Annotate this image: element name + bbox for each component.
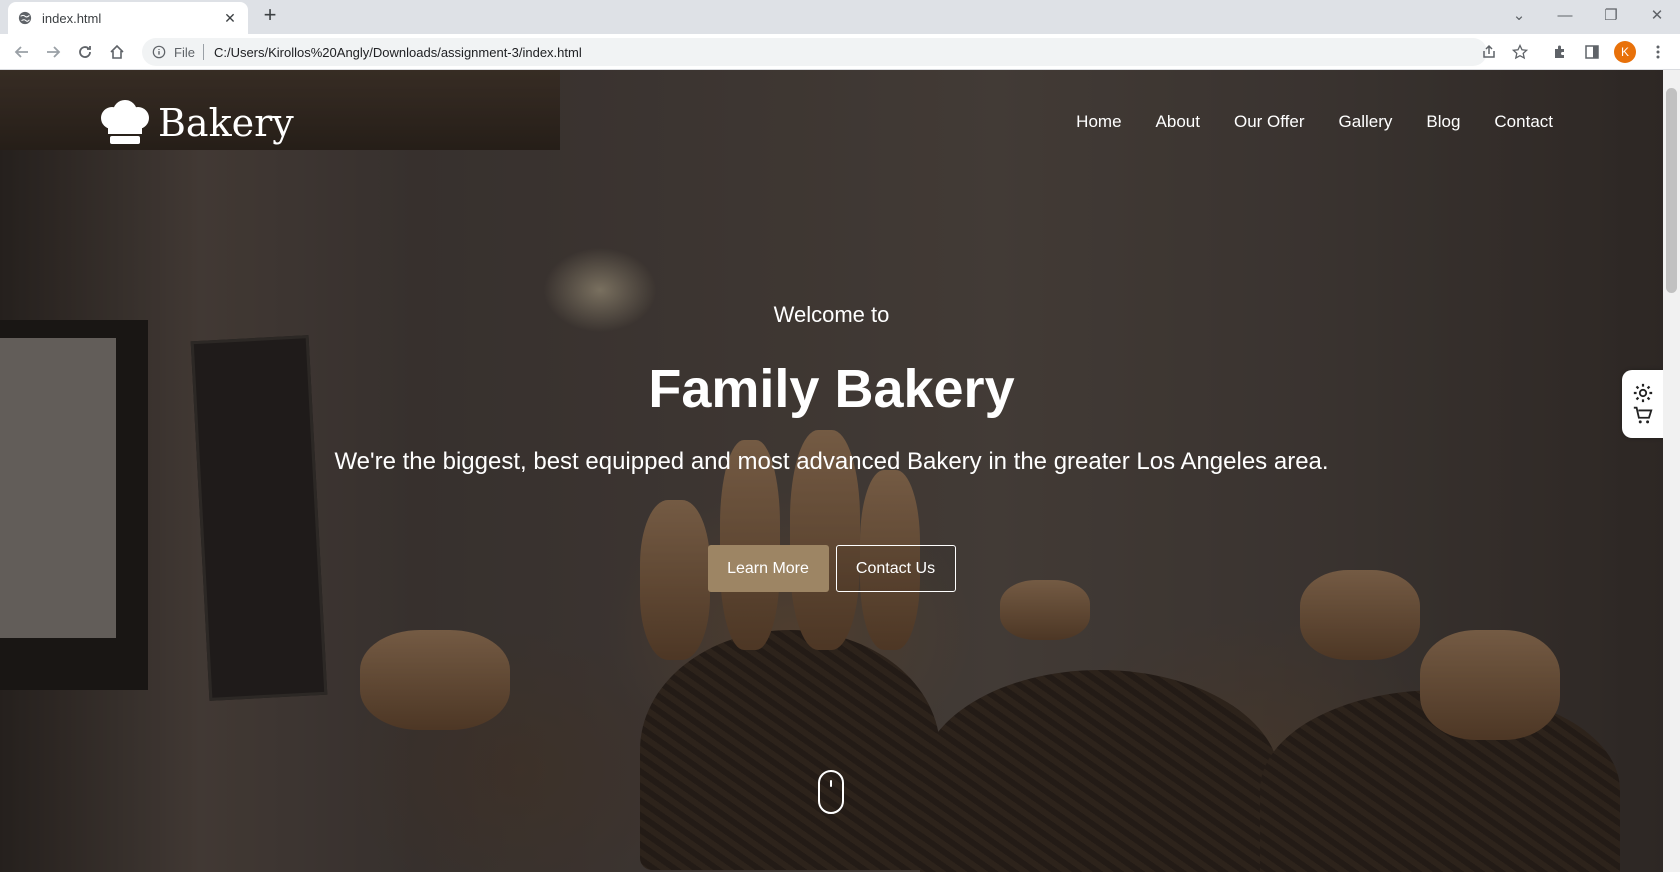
nav-link-our-offer[interactable]: Our Offer [1234,112,1305,132]
bread-decor [360,630,510,730]
nav-link-gallery[interactable]: Gallery [1339,112,1393,132]
info-icon[interactable] [152,45,166,59]
site-logo[interactable]: Bakery [98,100,294,146]
gear-icon[interactable] [1632,382,1654,404]
window-close-button[interactable]: ✕ [1634,0,1680,30]
nav-link-contact[interactable]: Contact [1494,112,1553,132]
browser-tab-strip: index.html ✕ + ⌄ — ❐ ✕ [0,0,1680,34]
tab-title: index.html [42,10,102,26]
chef-hat-icon [101,100,149,144]
forward-arrow-icon[interactable] [41,40,65,64]
hero-welcome: Welcome to [773,302,890,327]
cart-icon[interactable] [1632,404,1654,426]
new-tab-button[interactable]: + [258,4,282,28]
minimize-button[interactable]: — [1542,0,1588,30]
url-text[interactable]: C:/Users/Kirollos%20Angly/Downloads/assi… [214,45,582,60]
share-icon[interactable] [1477,40,1501,64]
nav-link-about[interactable]: About [1156,112,1200,132]
bookmark-star-icon[interactable] [1508,40,1532,64]
bread-decor [1420,630,1560,740]
nav-link-blog[interactable]: Blog [1426,112,1460,132]
basket-decor [640,630,940,870]
divider [202,44,204,60]
hero-headline: Family Bakery [648,359,1015,419]
reload-icon[interactable] [73,40,97,64]
page-scrollbar[interactable] [1663,70,1680,872]
page-viewport: Bakery Home About Our Offer Gallery Blog… [0,70,1663,872]
tab-close-icon[interactable]: ✕ [222,10,238,27]
browser-tab[interactable]: index.html ✕ [8,2,248,34]
scroll-down-mouse-icon[interactable] [818,770,844,814]
hero-tagline: We're the biggest, best equipped and mos… [334,448,1329,475]
mouse-wheel [830,780,832,787]
nav-link-home[interactable]: Home [1076,112,1121,132]
profile-avatar[interactable]: K [1614,41,1636,63]
scrollbar-thumb[interactable] [1666,88,1677,293]
home-icon[interactable] [105,40,129,64]
extensions-icon[interactable] [1548,40,1572,64]
floating-side-panel [1622,370,1663,438]
contact-us-button[interactable]: Contact Us [835,545,956,592]
back-arrow-icon[interactable] [10,40,34,64]
side-panel-icon[interactable] [1580,40,1604,64]
main-nav: Home About Our Offer Gallery Blog Contac… [1042,112,1553,132]
learn-more-button[interactable]: Learn More [707,545,829,592]
basket-decor [920,670,1280,872]
address-bar[interactable]: File C:/Users/Kirollos%20Angly/Downloads… [142,38,1487,66]
hero-buttons: Learn More Contact Us [0,545,1663,592]
restore-button[interactable]: ❐ [1588,0,1634,30]
tab-search-icon[interactable]: ⌄ [1496,0,1542,30]
logo-text: Bakery [158,101,294,145]
basket-decor [1260,690,1620,872]
globe-icon [18,11,32,25]
menu-kebab-icon[interactable] [1646,40,1670,64]
browser-toolbar: File C:/Users/Kirollos%20Angly/Downloads… [0,34,1680,70]
scheme-label: File [174,44,195,60]
